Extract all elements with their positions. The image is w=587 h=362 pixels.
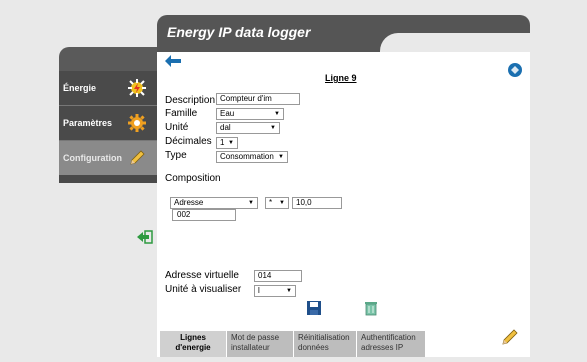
back-arrow-icon[interactable] bbox=[165, 55, 181, 67]
chevron-down-icon: ▼ bbox=[228, 140, 234, 146]
sidebar-item-configuration[interactable]: Configuration bbox=[59, 141, 157, 175]
adresse-virtuelle-input[interactable]: 014 bbox=[254, 270, 302, 282]
sidebar-item-parametres[interactable]: Paramètres bbox=[59, 106, 157, 140]
description-label: Description bbox=[165, 95, 216, 106]
header-bar: Energy IP data logger bbox=[157, 15, 530, 52]
composition-address-input[interactable]: 002 bbox=[172, 209, 236, 221]
famille-value: Eau bbox=[220, 109, 235, 118]
decimales-value: 1 bbox=[220, 138, 225, 147]
chevron-down-icon: ▼ bbox=[279, 200, 285, 206]
unite-visualiser-label: Unité à visualiser bbox=[165, 284, 242, 295]
unite-select[interactable]: dal ▼ bbox=[216, 122, 280, 134]
app-window: Energy IP data logger Énergie Paramètres bbox=[0, 0, 587, 362]
sidebar-item-energie[interactable]: Énergie bbox=[59, 71, 157, 105]
trash-icon[interactable] bbox=[364, 301, 378, 316]
unite-label: Unité bbox=[165, 122, 189, 133]
unite-value: dal bbox=[220, 123, 231, 132]
chevron-down-icon: ▼ bbox=[274, 111, 280, 117]
chevron-down-icon: ▼ bbox=[270, 125, 276, 131]
app-title: Energy IP data logger bbox=[167, 24, 311, 40]
sidebar-item-label: Configuration bbox=[63, 153, 122, 163]
unite-visualiser-value: l bbox=[258, 286, 260, 295]
composition-operator-value: * bbox=[269, 198, 273, 207]
tab-reinitialisation[interactable]: Réinitialisation données bbox=[294, 331, 356, 357]
decimales-label: Décimales bbox=[165, 136, 212, 147]
composition-title: Composition bbox=[165, 173, 221, 184]
composition-source-value: Adresse bbox=[174, 198, 204, 207]
energy-icon bbox=[128, 79, 146, 97]
pencil-icon bbox=[130, 150, 145, 165]
tab-label: installateur bbox=[231, 343, 270, 352]
tab-label: d'energie bbox=[175, 343, 211, 352]
tab-mot-de-passe[interactable]: Mot de passe installateur bbox=[227, 331, 293, 357]
tab-label: Mot de passe bbox=[231, 333, 280, 342]
gear-icon bbox=[128, 114, 146, 132]
unite-visualiser-select[interactable]: l ▼ bbox=[254, 285, 296, 297]
header-notch bbox=[380, 33, 530, 52]
sidebar-item-label: Énergie bbox=[63, 83, 97, 93]
sidebar-item-label: Paramètres bbox=[63, 118, 113, 128]
type-value: Consommation bbox=[220, 152, 274, 161]
decimales-select[interactable]: 1 ▼ bbox=[216, 137, 238, 149]
chevron-down-icon: ▼ bbox=[248, 200, 254, 206]
type-select[interactable]: Consommation ▼ bbox=[216, 151, 288, 163]
composition-source-select[interactable]: Adresse ▼ bbox=[170, 197, 258, 209]
edit-pencil-icon[interactable] bbox=[500, 327, 520, 347]
tab-label: adresses IP bbox=[361, 343, 404, 352]
save-icon[interactable] bbox=[307, 301, 321, 315]
tab-label: Authentification bbox=[361, 333, 416, 342]
chevron-down-icon: ▼ bbox=[278, 154, 284, 160]
composition-factor-input[interactable]: 10,0 bbox=[292, 197, 342, 209]
section-title: Ligne 9 bbox=[325, 73, 357, 83]
sidebar-cap bbox=[59, 47, 157, 71]
famille-label: Famille bbox=[165, 108, 198, 119]
sidebar: Énergie Paramètres Configuration bbox=[59, 71, 157, 183]
adresse-virtuelle-label: Adresse virtuelle bbox=[165, 270, 239, 281]
type-label: Type bbox=[165, 150, 187, 161]
tab-authentification[interactable]: Authentification adresses IP bbox=[357, 331, 425, 357]
tab-lignes-energie[interactable]: Lignes d'energie bbox=[160, 331, 226, 357]
tab-label: Lignes bbox=[180, 333, 206, 342]
composition-operator-select[interactable]: * ▼ bbox=[265, 197, 289, 209]
description-input[interactable]: Compteur d'im bbox=[216, 93, 300, 105]
famille-select[interactable]: Eau ▼ bbox=[216, 108, 284, 120]
tab-label: Réinitialisation bbox=[298, 333, 350, 342]
chevron-down-icon: ▼ bbox=[286, 288, 292, 294]
tab-label: données bbox=[298, 343, 329, 352]
network-icon[interactable] bbox=[507, 62, 523, 78]
exit-arrow-icon[interactable] bbox=[137, 230, 153, 244]
